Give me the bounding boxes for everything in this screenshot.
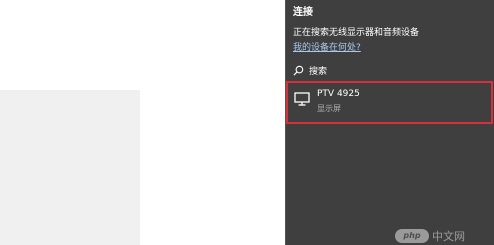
- watermark-text: 中文网: [432, 230, 465, 243]
- monitor-icon: [294, 92, 310, 106]
- search-icon: [293, 65, 304, 76]
- search-button[interactable]: 搜索: [293, 62, 327, 78]
- background-panel: [0, 90, 140, 245]
- search-status-text: 正在搜索无线显示器和音频设备: [293, 28, 420, 38]
- device-type: 显示屏: [317, 104, 341, 113]
- php-logo: php: [395, 229, 429, 243]
- watermark: php 中文网: [395, 228, 465, 244]
- device-name: PTV 4925: [317, 89, 360, 99]
- pane-title: 连接: [293, 7, 313, 18]
- search-label: 搜索: [309, 66, 328, 77]
- connect-pane: 连接 正在搜索无线显示器和音频设备 我的设备在何处? 搜索 PTV 4925 显…: [285, 0, 494, 245]
- device-item[interactable]: PTV 4925 显示屏: [286, 81, 493, 124]
- where-is-my-device-link[interactable]: 我的设备在何处?: [293, 40, 361, 53]
